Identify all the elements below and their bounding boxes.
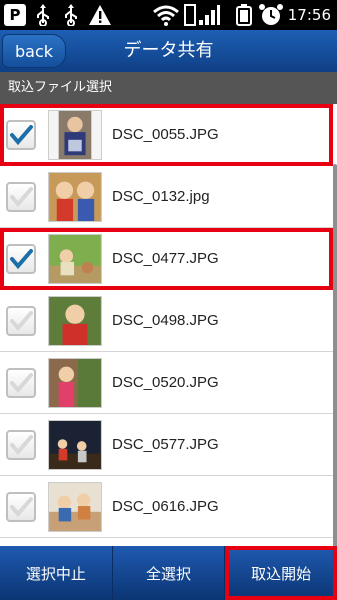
warning-icon (88, 4, 112, 26)
file-checkbox[interactable] (6, 306, 36, 336)
photo-thumbnail (48, 482, 102, 532)
photo-thumbnail (48, 420, 102, 470)
checkmark-icon (10, 187, 33, 208)
p-icon: P (4, 4, 26, 26)
file-row[interactable]: DSC_0577.JPG (0, 414, 333, 476)
file-row[interactable]: DSC_0498.JPG (0, 290, 333, 352)
p-icon-label: P (9, 6, 21, 24)
file-name: DSC_0616.JPG (112, 498, 219, 515)
checkmark-icon (10, 311, 33, 332)
file-name: DSC_0132.jpg (112, 188, 210, 205)
usb-icon (34, 4, 52, 26)
file-row[interactable]: DSC_0132.jpg (0, 166, 333, 228)
section-header: 取込ファイル選択 (0, 72, 337, 104)
file-row[interactable]: DSC_0477.JPG (0, 228, 333, 290)
file-checkbox[interactable] (6, 182, 36, 212)
file-checkbox[interactable] (6, 430, 36, 460)
file-row[interactable]: DSC_0616.JPG (0, 476, 333, 538)
file-name: DSC_0498.JPG (112, 312, 219, 329)
photo-thumbnail (48, 296, 102, 346)
photo-thumbnail (48, 234, 102, 284)
back-button[interactable]: back (2, 34, 66, 68)
checkmark-icon (10, 125, 33, 146)
start-import-button[interactable]: 取込開始 (225, 546, 337, 600)
bottom-toolbar: 選択中止 全選択 取込開始 (0, 546, 337, 600)
status-bar: P 17:56 (0, 0, 337, 30)
checkmark-icon (10, 435, 33, 456)
file-checkbox[interactable] (6, 492, 36, 522)
file-checkbox[interactable] (6, 368, 36, 398)
clock-time: 17:56 (287, 6, 331, 24)
file-row[interactable] (0, 538, 333, 546)
checkmark-icon (10, 373, 33, 394)
photo-thumbnail (48, 358, 102, 408)
battery-icon (236, 4, 252, 26)
file-checkbox[interactable] (6, 120, 36, 150)
photo-thumbnail (48, 172, 102, 222)
file-checkbox[interactable] (6, 244, 36, 274)
file-name: DSC_0477.JPG (112, 250, 219, 267)
wifi-icon (152, 4, 180, 26)
photo-thumbnail (48, 110, 102, 160)
alarm-icon (258, 4, 284, 26)
cancel-selection-button[interactable]: 選択中止 (0, 546, 113, 600)
scrollbar[interactable] (333, 164, 337, 546)
signal-icon (184, 4, 220, 26)
file-row[interactable]: DSC_0520.JPG (0, 352, 333, 414)
checkmark-icon (10, 497, 33, 518)
file-name: DSC_0577.JPG (112, 436, 219, 453)
file-name: DSC_0520.JPG (112, 374, 219, 391)
usb-icon (62, 4, 80, 26)
file-list[interactable]: DSC_0055.JPG DSC_0132.jpg DSC_0477.JPG D… (0, 104, 337, 546)
app-header: データ共有 back (0, 30, 337, 72)
file-row[interactable]: DSC_0055.JPG (0, 104, 333, 166)
file-name: DSC_0055.JPG (112, 126, 219, 143)
select-all-button[interactable]: 全選択 (113, 546, 226, 600)
checkmark-icon (10, 249, 33, 270)
